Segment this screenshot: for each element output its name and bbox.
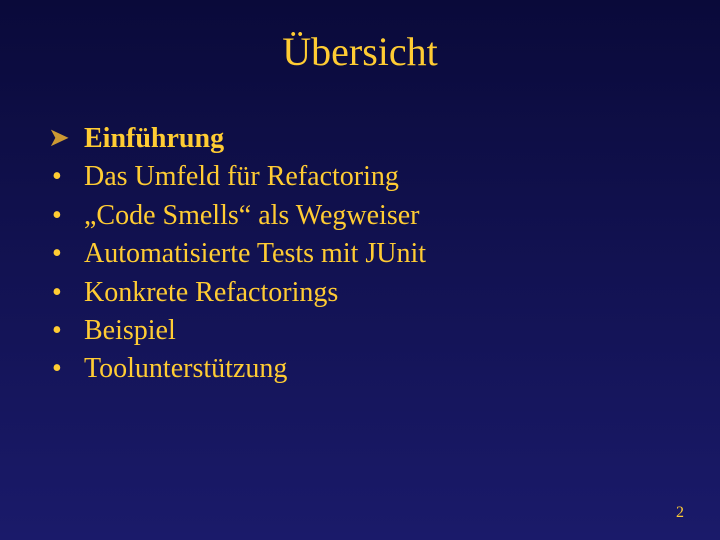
list-item: • Konkrete Refactorings xyxy=(48,275,720,311)
slide-title: Übersicht xyxy=(0,0,720,75)
dot-bullet-icon: • xyxy=(48,159,84,195)
list-item: • Beispiel xyxy=(48,313,720,349)
item-text: Automatisierte Tests mit JUnit xyxy=(84,236,426,272)
dot-bullet-icon: • xyxy=(48,236,84,272)
dot-bullet-icon: • xyxy=(48,198,84,234)
list-item: ➤ Einführung xyxy=(48,121,720,157)
page-number: 2 xyxy=(676,504,684,522)
arrow-bullet-icon: ➤ xyxy=(48,121,84,155)
item-text: Das Umfeld für Refactoring xyxy=(84,159,399,195)
item-text: Einführung xyxy=(84,121,224,157)
item-text: Beispiel xyxy=(84,313,176,349)
dot-bullet-icon: • xyxy=(48,275,84,311)
list-item: • Automatisierte Tests mit JUnit xyxy=(48,236,720,272)
list-item: • „Code Smells“ als Wegweiser xyxy=(48,198,720,234)
dot-bullet-icon: • xyxy=(48,351,84,387)
item-text: „Code Smells“ als Wegweiser xyxy=(84,198,419,234)
dot-bullet-icon: • xyxy=(48,313,84,349)
list-item: • Das Umfeld für Refactoring xyxy=(48,159,720,195)
content-area: ➤ Einführung • Das Umfeld für Refactorin… xyxy=(0,75,720,388)
item-text: Konkrete Refactorings xyxy=(84,275,338,311)
item-text: Toolunterstützung xyxy=(84,351,287,387)
list-item: • Toolunterstützung xyxy=(48,351,720,387)
